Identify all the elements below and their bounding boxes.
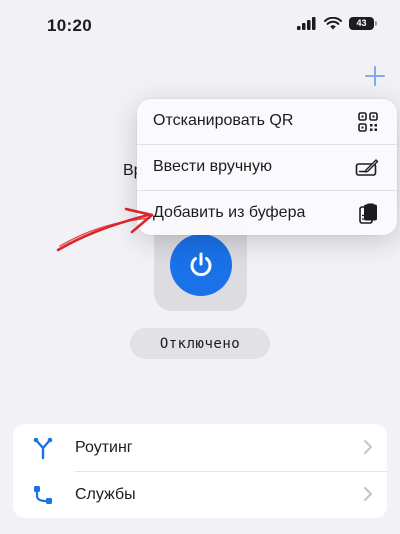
chevron-right-icon — [364, 487, 372, 501]
status-bar: 10:20 43 — [0, 0, 400, 52]
menu-item-scan-qr[interactable]: Отсканировать QR — [137, 99, 397, 144]
power-icon — [190, 252, 212, 277]
add-config-menu: Отсканировать QR Ввести вручную Добавить… — [137, 99, 397, 235]
status-time: 10:20 — [47, 16, 92, 35]
signature-icon — [355, 159, 379, 176]
menu-item-label: Ввести вручную — [153, 158, 272, 175]
routing-icon — [33, 437, 53, 460]
list-item-services[interactable]: Службы — [13, 471, 387, 518]
menu-item-label: Отсканировать QR — [153, 112, 294, 129]
menu-item-label: Добавить из буфера — [153, 204, 306, 221]
list-item-label: Роутинг — [75, 438, 133, 456]
annotation-arrow — [56, 207, 154, 252]
list-item-label: Службы — [75, 485, 136, 503]
status-icons: 43 — [297, 17, 377, 30]
services-icon — [34, 486, 52, 504]
menu-item-add-from-clipboard[interactable]: Добавить из буфера — [137, 190, 397, 235]
wifi-icon — [324, 17, 342, 30]
power-button[interactable] — [170, 234, 232, 296]
chevron-right-icon — [364, 440, 372, 454]
clipboard-icon — [359, 203, 377, 224]
menu-item-manual-entry[interactable]: Ввести вручную — [137, 144, 397, 190]
settings-list: Роутинг Службы — [13, 424, 387, 518]
connection-status-badge: Отключено — [130, 328, 270, 359]
cellular-signal-icon — [297, 17, 316, 30]
plus-icon[interactable] — [363, 64, 387, 88]
qr-code-icon — [358, 112, 378, 132]
battery-icon: 43 — [349, 17, 377, 30]
list-item-routing[interactable]: Роутинг — [13, 424, 387, 472]
